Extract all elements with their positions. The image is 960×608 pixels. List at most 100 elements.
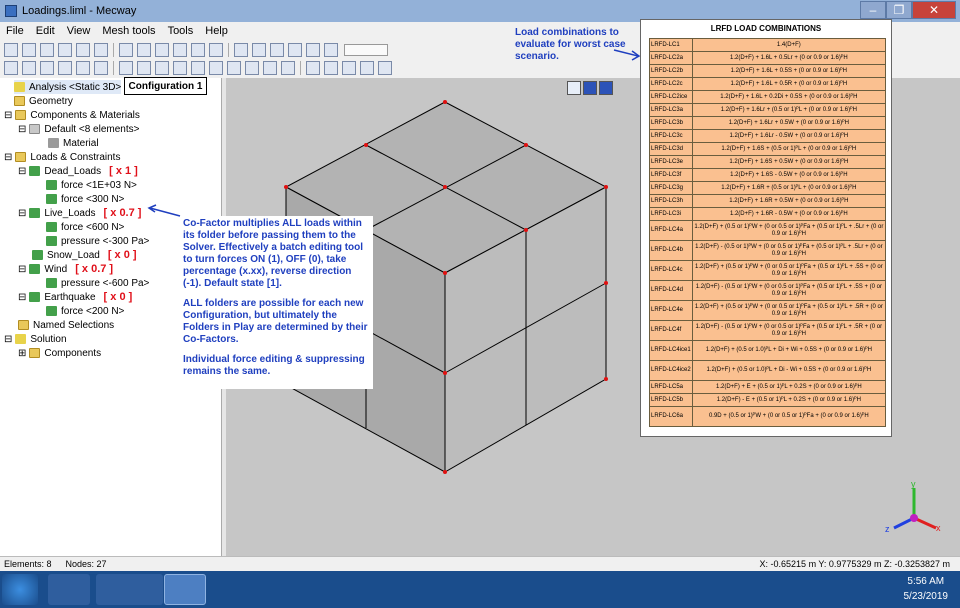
node-icon[interactable] (4, 61, 18, 75)
menu-mesh-tools[interactable]: Mesh tools (96, 25, 161, 37)
file-explorer-icon[interactable] (48, 574, 90, 605)
mirror-icon[interactable] (155, 61, 169, 75)
zoom-icon[interactable] (173, 43, 187, 57)
arrow-style-icon[interactable] (342, 61, 356, 75)
tree-live-pressure[interactable]: pressure <-300 Pa> (46, 234, 149, 248)
transparency-slider[interactable] (344, 44, 388, 56)
view-iso-icon[interactable] (567, 81, 581, 95)
collapse-icon[interactable]: ⊟ (18, 166, 26, 177)
pan-icon[interactable] (209, 43, 223, 57)
move-icon[interactable] (119, 61, 133, 75)
tree-wind[interactable]: ⊟ Wind[ x 0.7 ] (18, 262, 113, 276)
tree-live-force[interactable]: force <600 N> (46, 220, 124, 234)
pressure-icon (46, 278, 57, 288)
lrfd-table: LRFD-LC1 1.4(D+F) LRFD-LC2a 1.2(D+F) + 1.6L… (649, 38, 887, 427)
zoom-extents-icon[interactable] (155, 43, 169, 57)
line-icon[interactable] (22, 61, 36, 75)
lrfd-formula: 1.4(D+F) (691, 38, 887, 52)
tree-earthquake[interactable]: ⊟ Earthquake[ x 0 ] (18, 290, 132, 304)
lrfd-case-name: LRFD-LC4b (649, 240, 693, 261)
hex-icon[interactable] (76, 61, 90, 75)
undo-icon[interactable] (58, 43, 72, 57)
tree-default-component[interactable]: ⊟ Default <8 elements> (18, 122, 139, 136)
tree-dead-force-1[interactable]: force <1E+03 N> (46, 178, 137, 192)
tree-components-materials[interactable]: ⊟ Components & Materials (4, 108, 140, 122)
menu-view[interactable]: View (61, 25, 97, 37)
delete-icon[interactable] (281, 61, 295, 75)
solve-icon[interactable] (94, 43, 108, 57)
folder-icon (29, 348, 41, 358)
tree-wind-pressure[interactable]: pressure <-600 Pa> (46, 276, 149, 290)
opera-icon[interactable] (121, 574, 163, 605)
close-button[interactable]: ✕ (912, 1, 956, 19)
collapse-icon[interactable]: ⊟ (18, 292, 26, 303)
extrude-icon[interactable] (173, 61, 187, 75)
tree-earthquake-force[interactable]: force <200 N> (46, 304, 124, 318)
tree-live-loads[interactable]: ⊟ Live_Loads[ x 0.7 ] (18, 206, 141, 220)
tree-solution[interactable]: ⊟ Solution (4, 332, 67, 346)
view-grid-icon[interactable] (324, 43, 338, 57)
copy-icon[interactable] (137, 61, 151, 75)
maximize-button[interactable]: ❐ (886, 1, 912, 19)
list-icon[interactable] (360, 61, 374, 75)
lrfd-case-name: LRFD-LC4e (649, 300, 693, 321)
view-surface-icon[interactable] (270, 43, 284, 57)
lrfd-formula: 1.2(D+F) + 1.6L + 0.5R + (0 or 0.9 or 1.… (691, 77, 887, 91)
quad-icon[interactable] (58, 61, 72, 75)
load-folder-icon (29, 264, 41, 274)
collapse-icon[interactable]: ⊟ (4, 110, 12, 121)
view-cube-icon[interactable] (306, 43, 320, 57)
open-icon[interactable] (22, 43, 36, 57)
expand-icon[interactable]: ⊞ (18, 348, 26, 359)
revolve-icon[interactable] (191, 61, 205, 75)
tree-snow-load[interactable]: Snow_Load[ x 0 ] (32, 248, 137, 262)
collapse-icon[interactable]: ⊟ (4, 152, 12, 163)
collapse-icon[interactable]: ⊟ (4, 334, 12, 345)
tet-icon[interactable] (94, 61, 108, 75)
collapse-icon[interactable]: ⊟ (18, 264, 26, 275)
select-icon[interactable] (119, 43, 133, 57)
tree-material[interactable]: Material (48, 136, 99, 150)
merge-icon[interactable] (245, 61, 259, 75)
collapse-icon[interactable]: ⊟ (18, 208, 26, 219)
view-shaded-icon[interactable] (252, 43, 266, 57)
view-wire-icon[interactable] (234, 43, 248, 57)
view-solid-icon[interactable] (288, 43, 302, 57)
table-icon[interactable] (378, 61, 392, 75)
line-style-icon[interactable] (306, 61, 320, 75)
sweep-icon[interactable] (209, 61, 223, 75)
redo-icon[interactable] (76, 43, 90, 57)
new-icon[interactable] (4, 43, 18, 57)
mecway-taskbar-icon[interactable] (164, 574, 206, 605)
refine-icon[interactable] (227, 61, 241, 75)
axis-triad: y x z (885, 479, 941, 534)
minimize-button[interactable]: – (860, 1, 886, 19)
menu-help[interactable]: Help (199, 25, 234, 37)
tree-dead-loads[interactable]: ⊟ Dead_Loads[ x 1 ] (18, 164, 138, 178)
split-icon[interactable] (263, 61, 277, 75)
save-icon[interactable] (40, 43, 54, 57)
material-icon (48, 138, 59, 148)
collapse-icon[interactable]: ⊟ (18, 124, 26, 135)
menu-file[interactable]: File (0, 25, 30, 37)
tree-named-selections[interactable]: Named Selections (18, 318, 114, 332)
load-folder-icon (29, 208, 41, 218)
rotate-icon[interactable] (191, 43, 205, 57)
node-style-icon[interactable] (324, 61, 338, 75)
menu-tools[interactable]: Tools (162, 25, 200, 37)
system-clock[interactable]: 5:56 AM 5/23/2019 (904, 574, 949, 604)
lrfd-formula: 1.2(D+F) + 1.6S - 0.5W + (0 or 0.9 or 1.… (691, 168, 887, 182)
tree-geometry[interactable]: Geometry (14, 94, 73, 108)
view-side-icon[interactable] (599, 81, 613, 95)
tree-analysis[interactable]: Analysis <Static 3D> (14, 80, 122, 94)
tri-icon[interactable] (40, 61, 54, 75)
start-button[interactable] (2, 574, 38, 605)
menu-edit[interactable]: Edit (30, 25, 61, 37)
configuration-dropdown[interactable]: Configuration 1 (124, 77, 207, 95)
zoom-box-icon[interactable] (137, 43, 151, 57)
tree-dead-force-2[interactable]: force <300 N> (46, 192, 124, 206)
tree-components[interactable]: ⊞ Components (18, 346, 101, 360)
tree-loads-constraints[interactable]: ⊟ Loads & Constraints (4, 150, 120, 164)
view-front-icon[interactable] (583, 81, 597, 95)
lrfd-case-name: LRFD-LC2a (649, 51, 693, 65)
